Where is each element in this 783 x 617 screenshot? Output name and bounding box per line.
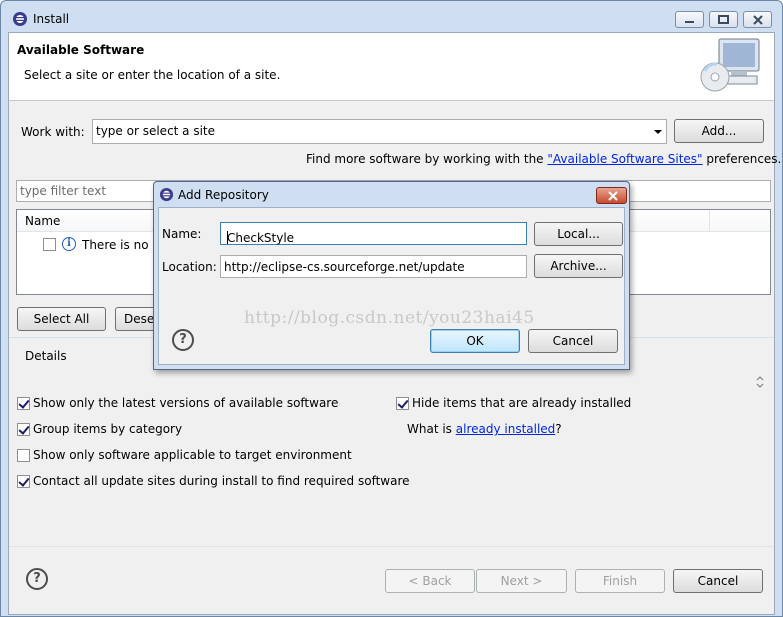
- name-label: Name:: [162, 227, 202, 241]
- already-installed-link[interactable]: already installed: [456, 422, 556, 436]
- help-icon[interactable]: ?: [26, 568, 48, 590]
- what-is-text: What is already installed?: [407, 422, 562, 436]
- close-icon: [753, 15, 763, 25]
- minimize-icon: [685, 21, 694, 23]
- close-window-button[interactable]: [743, 11, 772, 28]
- find-more-suffix: preferences.: [702, 152, 782, 166]
- find-more-prefix: Find more software by working with the: [306, 152, 548, 166]
- text-caret: [227, 231, 228, 244]
- tree-row-text: There is no s: [82, 238, 159, 252]
- find-more-text: Find more software by working with the "…: [306, 152, 781, 166]
- footer-separator: [9, 546, 774, 547]
- location-field[interactable]: http://eclipse-cs.sourceforge.net/update: [220, 255, 527, 278]
- details-label: Details: [25, 349, 67, 363]
- maximize-icon: [718, 15, 729, 24]
- add-repository-dialog: Add Repository Name: CheckStyle Local...…: [153, 181, 630, 370]
- hide-installed-checkbox[interactable]: [396, 397, 409, 410]
- eclipse-icon: [159, 187, 174, 202]
- column-separator: [709, 210, 710, 232]
- maximize-button[interactable]: [709, 11, 738, 28]
- title-bar[interactable]: Install: [1, 1, 782, 31]
- chevron-down-icon[interactable]: [654, 130, 662, 134]
- contact-sites-label: Contact all update sites during install …: [33, 474, 410, 488]
- help-icon[interactable]: ?: [172, 329, 194, 351]
- contact-sites-checkbox[interactable]: [17, 475, 30, 488]
- wizard-header: Available Software Select a site or ente…: [9, 33, 774, 101]
- name-column-header[interactable]: Name: [25, 214, 60, 228]
- group-by-category-checkbox[interactable]: [17, 423, 30, 436]
- ok-button[interactable]: OK: [430, 329, 520, 353]
- add-site-button[interactable]: Add...: [674, 119, 764, 143]
- watermark: http://blog.csdn.net/you23hai45: [244, 308, 535, 328]
- available-sites-link[interactable]: "Available Software Sites": [547, 152, 702, 166]
- group-by-category-label: Group items by category: [33, 422, 183, 436]
- name-field[interactable]: CheckStyle: [220, 222, 527, 245]
- cancel-button[interactable]: Cancel: [673, 569, 763, 593]
- close-icon: [608, 191, 618, 201]
- window-title: Install: [33, 12, 70, 26]
- page-title: Available Software: [17, 43, 145, 57]
- latest-versions-label: Show only the latest versions of availab…: [33, 396, 339, 410]
- work-with-label: Work with:: [21, 125, 85, 139]
- dialog-title: Add Repository: [178, 188, 269, 202]
- filter-placeholder: type filter text: [20, 184, 107, 198]
- back-button[interactable]: < Back: [385, 569, 475, 593]
- next-button[interactable]: Next >: [476, 569, 567, 593]
- latest-versions-checkbox[interactable]: [17, 397, 30, 410]
- install-banner-icon: [700, 38, 760, 92]
- work-with-combo[interactable]: type or select a site: [92, 119, 667, 144]
- dialog-cancel-button[interactable]: Cancel: [528, 329, 618, 353]
- finish-button[interactable]: Finish: [575, 569, 665, 593]
- location-label: Location:: [162, 260, 217, 274]
- location-value: http://eclipse-cs.sourceforge.net/update: [224, 260, 465, 274]
- dialog-client-area: Name: CheckStyle Local... Location: http…: [158, 207, 625, 365]
- target-env-label: Show only software applicable to target …: [33, 448, 352, 462]
- info-icon: i: [62, 237, 76, 251]
- what-is-suffix: ?: [555, 422, 562, 436]
- scroll-arrows-icon[interactable]: [755, 375, 765, 389]
- target-env-checkbox[interactable]: [17, 449, 30, 462]
- name-text: CheckStyle: [227, 231, 295, 245]
- local-button[interactable]: Local...: [534, 222, 623, 246]
- hide-installed-label: Hide items that are already installed: [412, 396, 632, 410]
- eclipse-icon: [13, 12, 27, 26]
- minimize-button[interactable]: [675, 11, 704, 28]
- select-all-button[interactable]: Select All: [17, 307, 106, 331]
- archive-button[interactable]: Archive...: [534, 254, 623, 278]
- dialog-close-button[interactable]: [596, 187, 627, 204]
- work-with-value: type or select a site: [96, 124, 216, 138]
- tree-row-checkbox[interactable]: [43, 238, 56, 251]
- what-is-prefix: What is: [407, 422, 456, 436]
- page-subtitle: Select a site or enter the location of a…: [24, 68, 281, 82]
